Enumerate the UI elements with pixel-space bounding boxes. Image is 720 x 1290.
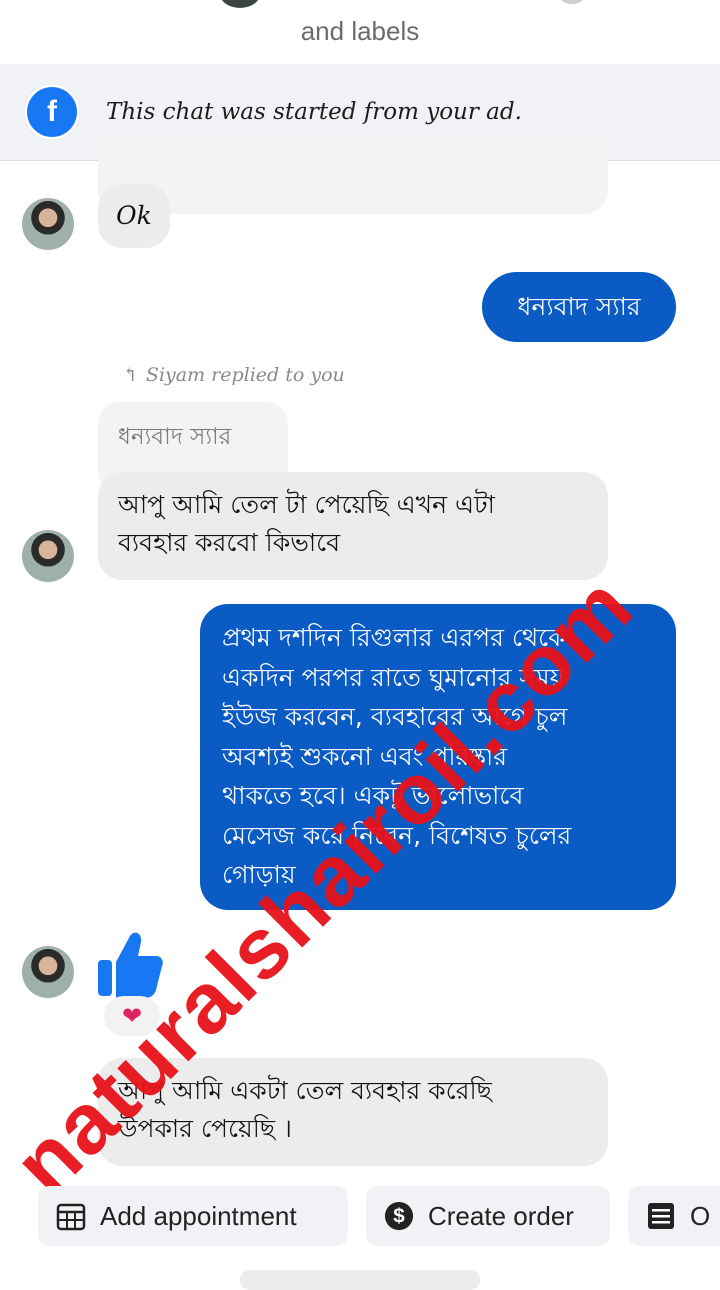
reply-label: Siyam replied to you bbox=[145, 364, 345, 386]
message-bubble-partial bbox=[98, 140, 608, 214]
create-order-label: Create order bbox=[428, 1200, 574, 1231]
avatar[interactable] bbox=[22, 946, 74, 998]
header-subtitle: and labels bbox=[300, 15, 420, 46]
message-bubble-outgoing[interactable]: ধন্যবাদ স্যার bbox=[482, 272, 676, 342]
add-appointment-label: Add appointment bbox=[100, 1200, 297, 1231]
message-text: Ok bbox=[116, 201, 152, 230]
quoted-text: ধন্যবাদ স্যার bbox=[118, 424, 232, 450]
create-order-button[interactable]: $ Create order bbox=[366, 1186, 610, 1246]
quick-actions-bar: Add appointment $ Create order O bbox=[0, 1176, 720, 1260]
message-line: উপকার পেয়েছি । bbox=[118, 1114, 292, 1143]
message-text: ধন্যবাদ স্যার bbox=[517, 292, 641, 321]
composer-partial[interactable] bbox=[240, 1270, 480, 1290]
message-bubble-incoming[interactable]: আপু আমি তেল টা পেয়েছি এখন এটা ব্যবহার ক… bbox=[98, 472, 608, 580]
reply-indicator: ↰ Siyam replied to you bbox=[122, 364, 345, 386]
dollar-icon: $ bbox=[384, 1201, 414, 1231]
avatar[interactable] bbox=[22, 198, 74, 250]
svg-text:$: $ bbox=[393, 1205, 405, 1228]
add-appointment-button[interactable]: Add appointment bbox=[38, 1186, 348, 1246]
message-line: আপু আমি তেল টা পেয়েছি এখন এটা bbox=[118, 490, 495, 519]
more-action-label: O bbox=[690, 1200, 711, 1231]
reply-arrow-icon: ↰ bbox=[122, 364, 138, 386]
avatar[interactable] bbox=[22, 530, 74, 582]
message-line: ব্যবহার করবো কিভাবে bbox=[118, 528, 341, 557]
list-icon bbox=[646, 1201, 676, 1231]
more-action-button[interactable]: O bbox=[628, 1186, 720, 1246]
facebook-icon: f bbox=[24, 84, 80, 140]
ad-origin-text: This chat was started from your ad. bbox=[106, 99, 522, 125]
calendar-icon bbox=[56, 1201, 86, 1231]
message-bubble-incoming[interactable]: Ok bbox=[98, 184, 170, 248]
